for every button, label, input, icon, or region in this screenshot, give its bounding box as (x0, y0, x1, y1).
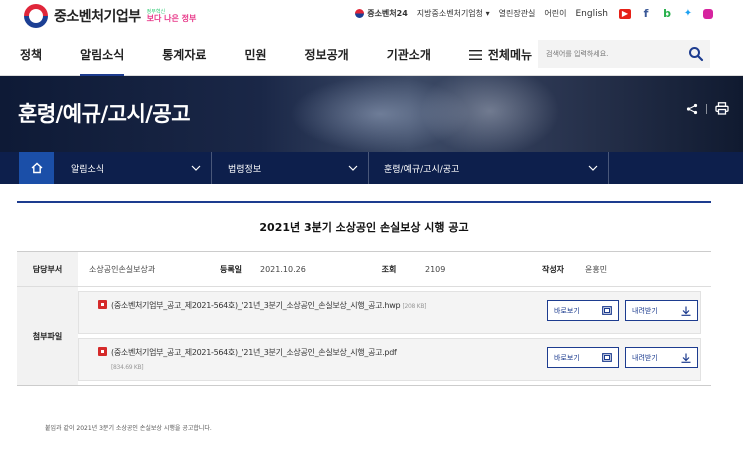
gnb-item-statistics[interactable]: 통계자료 (162, 46, 206, 63)
util-link-regional-office[interactable]: 지방중소벤처기업청 ▾ (417, 8, 490, 19)
government-innovation-badge: 정부혁신 보다 나은 정부 (146, 9, 197, 23)
smes24-logo-icon (355, 9, 365, 18)
preview-label: 바로보기 (554, 353, 580, 362)
hero-background-light-2 (420, 76, 560, 152)
gnb-item-news[interactable]: 알림소식 (80, 46, 125, 76)
attachments-label: 첨부파일 (17, 287, 78, 385)
ministry-logo[interactable]: 중소벤처기업부 정부혁신 보다 나은 정부 (24, 4, 196, 28)
share-icon[interactable] (686, 103, 698, 115)
search-input[interactable] (538, 40, 678, 68)
chevron-down-icon (348, 165, 358, 171)
date-value: 2021.10.26 (260, 264, 306, 274)
date-label: 등록일 (211, 252, 251, 286)
author-label: 작성자 (533, 252, 573, 286)
attachment-filename[interactable]: (중소벤처기업부_공고_제2021-564호)_'21년_3분기_소상공인_손실… (111, 299, 511, 314)
youtube-icon[interactable]: ▶ (619, 8, 631, 19)
post-title: 2021년 3분기 소상공인 손실보상 시행 공고 (259, 221, 469, 234)
attachment-item: (중소벤처기업부_공고_제2021-564호)_'21년_3분기_소상공인_손실… (78, 338, 701, 381)
home-button[interactable] (19, 152, 54, 184)
blog-icon[interactable]: b (661, 8, 673, 19)
main-navigation: 정책 알림소식 통계자료 민원 정보공개 기관소개 전체메뉴 (0, 32, 743, 76)
chevron-down-icon (588, 165, 598, 171)
logo-text: 중소벤처기업부 (54, 9, 141, 25)
taegeuk-logo-icon (24, 4, 48, 28)
breadcrumb-level-1[interactable]: 알림소식 (54, 152, 212, 184)
hwp-file-icon (98, 300, 107, 309)
gnb-item-civil-service[interactable]: 민원 (244, 46, 266, 63)
attachment-filename[interactable]: (중소벤처기업부_공고_제2021-564호)_'21년_3분기_소상공인_손실… (111, 346, 511, 375)
title-divider (17, 201, 711, 203)
breadcrumb-level-2[interactable]: 법령정보 (212, 152, 369, 184)
print-icon[interactable] (715, 102, 729, 115)
gnb-item-disclosure[interactable]: 정보공개 (305, 46, 349, 63)
top-utility-bar: 중소벤처기업부 정부혁신 보다 나은 정부 중소벤처24 지방중소벤처기업청 ▾… (0, 0, 743, 32)
gnb-item-policy[interactable]: 정책 (20, 46, 42, 63)
preview-button[interactable]: 바로보기 (547, 347, 619, 368)
facebook-icon[interactable]: f (640, 8, 652, 19)
download-icon (681, 353, 691, 363)
home-icon (31, 162, 42, 174)
page-title: 훈령/예규/고시/공고 (18, 102, 191, 126)
breadcrumb-label-2: 법령정보 (228, 164, 262, 175)
dept-label: 담당부서 (17, 252, 78, 286)
gnb-item-about[interactable]: 기관소개 (387, 46, 431, 63)
download-button[interactable]: 내려받기 (625, 347, 698, 368)
breadcrumb-label-3: 훈령/예규/고시/공고 (384, 164, 460, 175)
search-box (538, 40, 710, 68)
pdf-file-icon (98, 347, 107, 356)
page-hero-banner: 훈령/예규/고시/공고 (0, 76, 743, 152)
dept-value: 소상공인손실보상과 (89, 264, 156, 274)
attachment-size: [208 KB] (402, 303, 427, 310)
breadcrumb-level-3[interactable]: 훈령/예규/고시/공고 (369, 152, 609, 184)
preview-window-icon (602, 353, 612, 362)
attachment-size: [834.69 KB] (111, 364, 144, 371)
post-body-text: 붙임과 같이 2021년 3분기 소상공인 손실보상 시행을 공고합니다. (45, 425, 212, 432)
badge-main-text: 보다 나은 정부 (146, 13, 197, 23)
author-value: 윤홍민 (585, 264, 608, 274)
breadcrumb-label-1: 알림소식 (71, 164, 105, 175)
chevron-down-icon (191, 165, 201, 171)
preview-button[interactable]: 바로보기 (547, 300, 619, 321)
preview-label: 바로보기 (554, 306, 580, 315)
views-label: 조회 (359, 252, 419, 286)
util-link-minister[interactable]: 열린장관실 (499, 8, 536, 19)
util-link-smes24[interactable]: 중소벤처24 (355, 8, 408, 19)
attachment-list: (중소벤처기업부_공고_제2021-564호)_'21년_3분기_소상공인_손실… (78, 287, 711, 385)
hero-tools (686, 102, 729, 115)
instagram-icon[interactable] (703, 8, 713, 19)
views-value: 2109 (425, 264, 446, 274)
search-icon[interactable] (688, 46, 704, 62)
download-label: 내려받기 (632, 353, 658, 362)
util-link-kids[interactable]: 어린이 (544, 8, 566, 19)
download-button[interactable]: 내려받기 (625, 300, 698, 321)
post-info-table: 담당부서 소상공인손실보상과 등록일 2021.10.26 조회 2109 작성… (17, 251, 711, 386)
preview-window-icon (602, 306, 612, 315)
attachments-row: 첨부파일 (중소벤처기업부_공고_제2021-564호)_'21년_3분기_소상… (17, 287, 711, 386)
util-link-english[interactable]: English (576, 9, 609, 19)
gnb-menu: 정책 알림소식 통계자료 민원 정보공개 기관소개 전체메뉴 (20, 46, 608, 76)
breadcrumb: 알림소식 법령정보 훈령/예규/고시/공고 (0, 152, 743, 184)
tool-divider (706, 103, 707, 114)
all-menu-label: 전체메뉴 (487, 48, 533, 62)
download-icon (681, 306, 691, 316)
utility-links: 중소벤처24 지방중소벤처기업청 ▾ 열린장관실 어린이 English ▶ f… (355, 8, 713, 19)
attachment-item: (중소벤처기업부_공고_제2021-564호)_'21년_3분기_소상공인_손실… (78, 291, 701, 334)
sns-links: ▶ f b ✦ (619, 8, 713, 19)
download-label: 내려받기 (632, 306, 658, 315)
hamburger-icon (468, 49, 482, 60)
post-meta-row: 담당부서 소상공인손실보상과 등록일 2021.10.26 조회 2109 작성… (17, 252, 711, 287)
twitter-icon[interactable]: ✦ (682, 8, 694, 19)
